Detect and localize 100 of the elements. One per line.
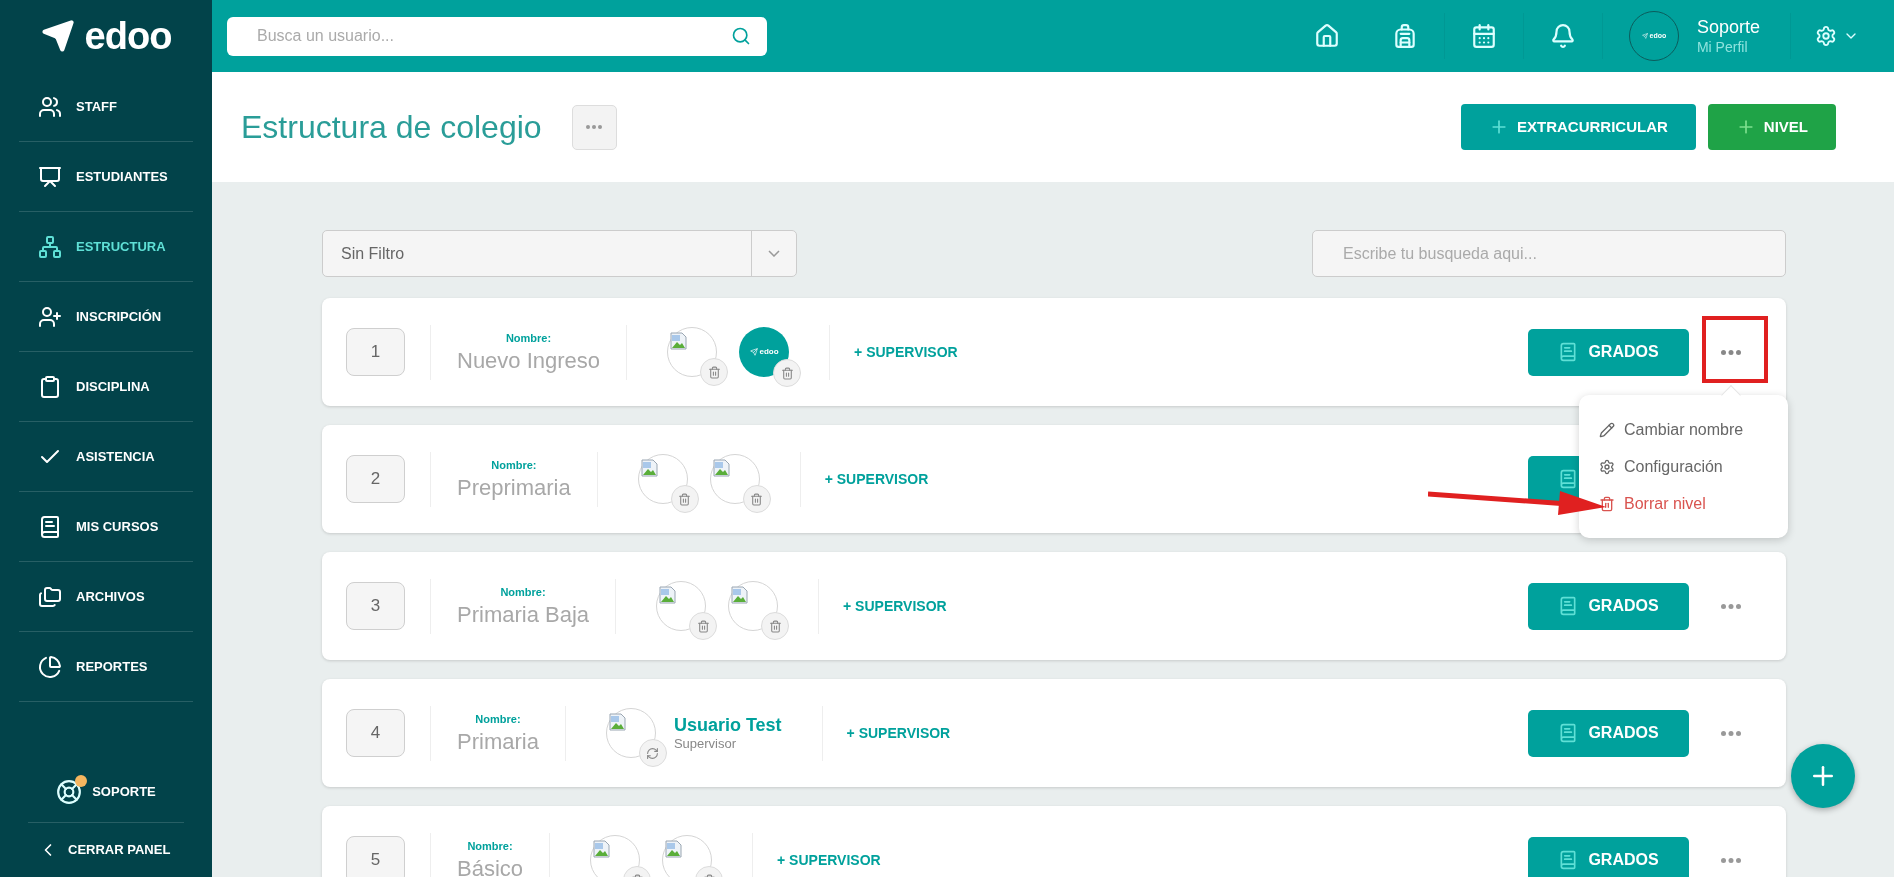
book-icon — [1558, 850, 1579, 870]
grades-button[interactable]: GRADOS — [1528, 582, 1689, 630]
nav-icon — [38, 514, 62, 539]
level-number: 4 — [346, 709, 405, 757]
refresh-button[interactable] — [638, 739, 667, 767]
delete-button[interactable] — [773, 359, 802, 387]
add-supervisor-link[interactable]: + SUPERVISOR — [777, 849, 881, 871]
user-name[interactable]: Soporte — [1696, 16, 1760, 39]
support-link[interactable]: SOPORTE — [0, 762, 212, 822]
trash-icon — [696, 619, 710, 633]
nav-icon — [38, 584, 62, 609]
name-label: Nombre: — [491, 458, 537, 473]
search-icon — [731, 25, 751, 46]
level-number: 2 — [346, 455, 405, 503]
add-supervisor-link[interactable]: + SUPERVISOR — [846, 722, 951, 744]
more-icon — [1721, 730, 1741, 736]
paper-plane-icon — [749, 348, 758, 356]
level-name: Primaria — [457, 727, 539, 755]
more-icon — [1721, 603, 1741, 609]
bell-icon — [1549, 23, 1576, 49]
settings-icon — [1599, 458, 1615, 475]
annotation-box — [1702, 316, 1768, 383]
sidebar-item[interactable]: DISCIPLINA — [19, 352, 193, 422]
add-button[interactable]: NIVEL — [1707, 104, 1836, 150]
nav-icon — [38, 374, 62, 399]
menu-item[interactable]: Borrar nivel — [1599, 485, 1768, 522]
sidebar-item[interactable]: ESTUDIANTES — [19, 142, 193, 212]
nav-icon — [38, 304, 62, 329]
delete-button[interactable] — [670, 485, 699, 513]
level-number: 3 — [346, 582, 405, 630]
broken-image-icon — [608, 713, 627, 731]
broken-image-icon — [712, 459, 731, 477]
add-button[interactable]: EXTRACURRICULAR — [1461, 104, 1696, 150]
avatar-text: edoo — [759, 346, 779, 358]
delete-button[interactable] — [761, 612, 790, 640]
grades-button[interactable]: GRADOS — [1528, 328, 1689, 376]
nav-icon — [38, 94, 62, 119]
delete-button[interactable] — [700, 358, 729, 386]
more-button[interactable] — [571, 104, 617, 150]
settings-icon — [1815, 25, 1837, 47]
broken-image-icon — [665, 840, 684, 858]
level-name: Nuevo Ingreso — [457, 346, 601, 374]
delete-button[interactable] — [742, 485, 771, 513]
lifebuoy-icon — [56, 779, 83, 805]
menu-item[interactable]: Configuración — [1599, 448, 1768, 485]
user-search-field[interactable]: Busca un usuario... — [227, 16, 767, 56]
more-icon — [1721, 349, 1741, 355]
broken-image-icon — [640, 459, 659, 477]
name-label: Nombre: — [475, 712, 521, 727]
broken-image-icon — [670, 332, 689, 350]
collapse-panel-button[interactable]: CERRAR PANEL — [0, 823, 212, 877]
trash-icon — [707, 365, 721, 379]
sidebar-item[interactable]: ARCHIVOS — [19, 562, 193, 632]
supervisor-role: Supervisor — [673, 736, 738, 753]
delete-button[interactable] — [689, 612, 718, 640]
nav-icon — [38, 164, 62, 189]
pencil-icon — [1599, 421, 1615, 438]
paper-plane-icon — [40, 19, 75, 53]
broken-image-icon — [659, 586, 678, 604]
profile-link[interactable]: Mi Perfil — [1696, 38, 1760, 56]
add-fab[interactable] — [1791, 744, 1855, 808]
sidebar-item[interactable]: ESTRUCTURA — [19, 212, 193, 282]
supervisor-name[interactable]: Usuario Test — [673, 713, 782, 737]
level-number: 5 — [346, 836, 405, 877]
more-icon — [1721, 857, 1741, 863]
brand-logo[interactable]: edoo — [84, 7, 172, 65]
trash-icon — [750, 492, 764, 506]
sidebar-item[interactable]: REPORTES — [19, 632, 193, 702]
sidebar-item[interactable]: STAFF — [19, 72, 193, 142]
add-supervisor-link[interactable]: + SUPERVISOR — [843, 595, 947, 617]
sidebar-item[interactable]: INSCRIPCIÓN — [19, 282, 193, 352]
level-name: Básico — [457, 854, 524, 877]
book-icon — [1558, 342, 1579, 362]
refresh-icon — [646, 746, 660, 760]
nav-icon — [38, 234, 62, 259]
level-number: 1 — [346, 328, 405, 376]
level-name: Preprimaria — [457, 473, 571, 501]
more-icon — [586, 125, 603, 129]
filter-select[interactable]: Sin Filtro — [322, 230, 797, 277]
grades-button[interactable]: GRADOS — [1528, 836, 1689, 877]
trash-icon — [1599, 495, 1615, 512]
book-icon — [1558, 596, 1579, 616]
paper-plane-icon — [1641, 33, 1648, 39]
broken-image-icon — [593, 840, 612, 858]
sidebar-item[interactable]: MIS CURSOS — [19, 492, 193, 562]
search-field[interactable]: Escribe tu busqueda aqui... — [1312, 230, 1786, 277]
chevron-down-icon — [768, 250, 780, 257]
home-icon — [1313, 23, 1340, 49]
level-name: Primaria Baja — [457, 600, 590, 628]
trash-icon — [780, 366, 794, 380]
grades-button[interactable]: GRADOS — [1528, 709, 1689, 757]
sidebar-item[interactable]: ASISTENCIA — [19, 422, 193, 492]
calendar-icon — [1470, 23, 1497, 49]
add-supervisor-link[interactable]: + SUPERVISOR — [824, 468, 929, 490]
trash-icon — [768, 619, 782, 633]
trash-icon — [678, 492, 692, 506]
add-supervisor-link[interactable]: + SUPERVISOR — [854, 341, 958, 363]
nav-icon — [38, 654, 62, 679]
name-label: Nombre: — [467, 839, 513, 854]
menu-item[interactable]: Cambiar nombre — [1599, 411, 1768, 448]
